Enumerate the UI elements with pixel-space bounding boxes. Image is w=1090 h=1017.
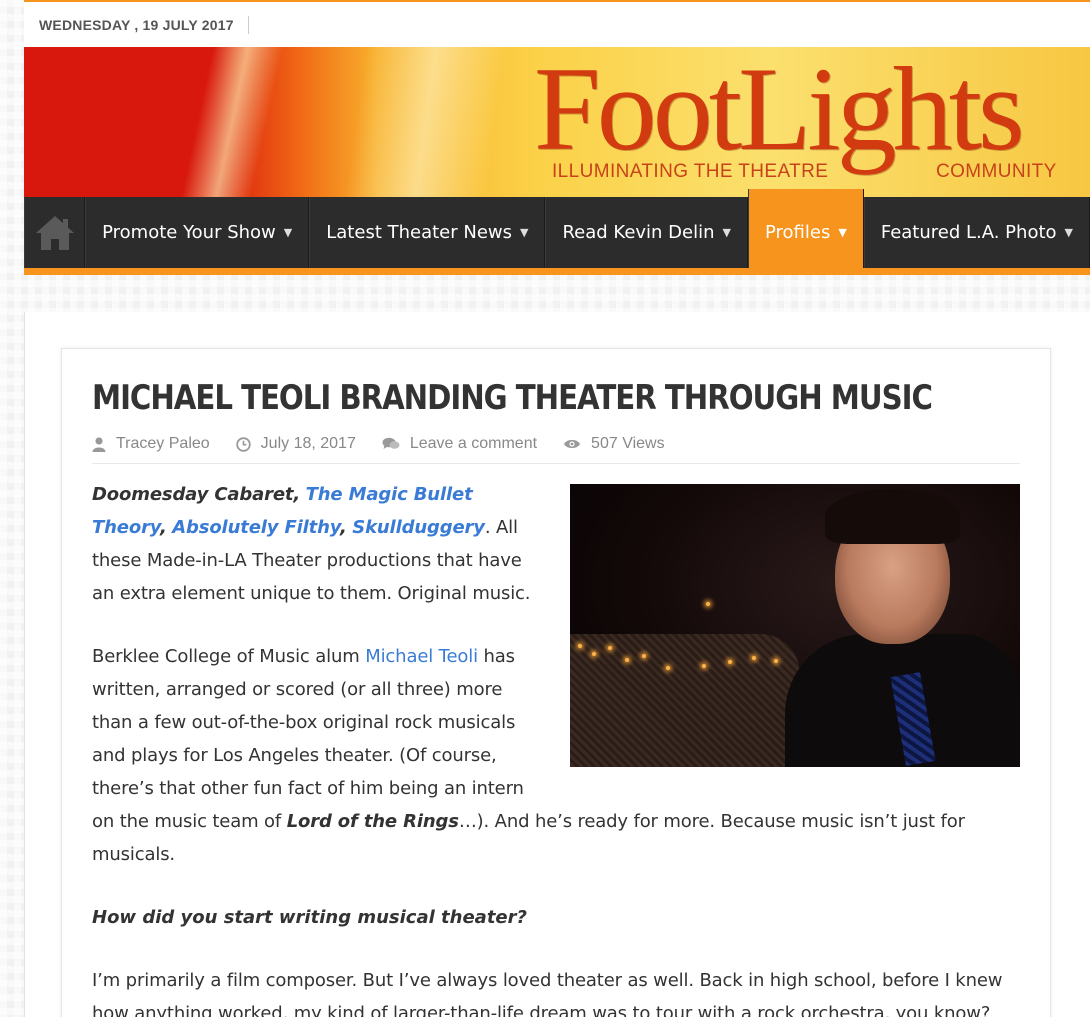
content-area: MICHAEL TEOLI BRANDING THEATER THROUGH M… bbox=[24, 312, 1090, 1017]
caret-down-icon: ▼ bbox=[283, 226, 293, 239]
site-tagline-end: COMMUNITY bbox=[936, 161, 1057, 182]
interview-answer: I’m primarily a film composer. But I’ve … bbox=[92, 970, 1003, 1017]
nav-label: Profiles bbox=[765, 222, 831, 243]
meta-comments[interactable]: Leave a comment bbox=[382, 435, 537, 453]
photo-light bbox=[752, 656, 756, 660]
photo-light bbox=[625, 658, 629, 662]
michael-teoli-link[interactable]: Michael Teoli bbox=[365, 646, 478, 667]
photo-light bbox=[706, 602, 710, 606]
photo-light bbox=[578, 644, 582, 648]
photo-light bbox=[702, 664, 706, 668]
photo-light bbox=[608, 646, 612, 650]
meta-author[interactable]: Tracey Paleo bbox=[92, 435, 210, 453]
banner-light-ray bbox=[168, 47, 290, 197]
bio-text-middle: has written, arranged or scored (or all … bbox=[92, 646, 524, 832]
nav-featured-la-photo[interactable]: Featured L.A. Photo ▼ bbox=[863, 197, 1090, 268]
banner-light-ray bbox=[337, 47, 511, 197]
comments-icon bbox=[382, 437, 400, 449]
current-date: WEDNESDAY , 19 JULY 2017 bbox=[39, 15, 249, 34]
article-body: Doomesday Cabaret, The Magic Bullet Theo… bbox=[92, 478, 1020, 1017]
article-photo[interactable] bbox=[570, 484, 1020, 767]
show-link-absolutely-filthy[interactable]: Absolutely Filthy bbox=[172, 517, 340, 538]
view-count: 507 Views bbox=[591, 435, 665, 452]
show-title: Doomesday Cabaret, bbox=[92, 484, 301, 505]
photo-light bbox=[642, 654, 646, 658]
photo-couch bbox=[570, 634, 800, 767]
nav-read-kevin-delin[interactable]: Read Kevin Delin ▼ bbox=[545, 197, 748, 268]
user-icon bbox=[92, 436, 106, 452]
home-icon bbox=[35, 215, 74, 250]
eye-icon bbox=[564, 439, 581, 449]
author-name: Tracey Paleo bbox=[116, 435, 210, 452]
meta-date: July 18, 2017 bbox=[235, 435, 356, 453]
clock-icon bbox=[235, 436, 251, 452]
separator: , bbox=[159, 517, 167, 538]
nav-latest-theater-news[interactable]: Latest Theater News ▼ bbox=[309, 197, 546, 268]
site-banner[interactable]: FootLights ILLUMINATING THE THEATRE COMM… bbox=[24, 47, 1090, 197]
article: MICHAEL TEOLI BRANDING THEATER THROUGH M… bbox=[61, 348, 1051, 1017]
nav-label: Featured L.A. Photo bbox=[880, 222, 1057, 243]
top-bar: WEDNESDAY , 19 JULY 2017 bbox=[24, 0, 1090, 47]
site-header: WEDNESDAY , 19 JULY 2017 FootLights ILLU… bbox=[24, 0, 1090, 275]
caret-down-icon: ▼ bbox=[520, 226, 529, 239]
photo-light bbox=[774, 659, 778, 663]
publish-date: July 18, 2017 bbox=[260, 435, 356, 452]
interview-question: How did you start writing musical theate… bbox=[92, 907, 527, 928]
site-logo[interactable]: FootLights bbox=[534, 49, 1025, 169]
nav-label: Read Kevin Delin bbox=[562, 222, 715, 243]
nav-label: Promote Your Show bbox=[102, 222, 276, 243]
nav-label: Latest Theater News bbox=[326, 222, 512, 243]
article-meta: Tracey Paleo July 18, 2017 Leave a comme… bbox=[92, 435, 1020, 464]
photo-light bbox=[728, 660, 732, 664]
caret-down-icon: ▼ bbox=[722, 226, 731, 239]
main-nav: Promote Your Show ▼ Latest Theater News … bbox=[24, 189, 1090, 275]
photo-hair bbox=[825, 489, 960, 544]
photo-light bbox=[666, 666, 670, 670]
meta-views: 507 Views bbox=[563, 435, 665, 453]
nav-home[interactable] bbox=[24, 197, 86, 268]
nav-profiles[interactable]: Profiles ▼ bbox=[748, 189, 864, 268]
article-title: MICHAEL TEOLI BRANDING THEATER THROUGH M… bbox=[92, 378, 933, 418]
show-link-skullduggery[interactable]: Skullduggery bbox=[352, 517, 485, 538]
film-title: Lord of the Rings bbox=[286, 811, 459, 832]
nav-promote-your-show[interactable]: Promote Your Show ▼ bbox=[85, 197, 310, 268]
site-tagline: ILLUMINATING THE THEATRE bbox=[552, 161, 829, 182]
photo-light bbox=[592, 652, 596, 656]
caret-down-icon: ▼ bbox=[1064, 226, 1073, 239]
bio-text-start: Berklee College of Music alum bbox=[92, 646, 366, 667]
comment-link: Leave a comment bbox=[409, 435, 538, 452]
separator: , bbox=[339, 517, 347, 538]
caret-down-icon: ▼ bbox=[838, 226, 847, 239]
